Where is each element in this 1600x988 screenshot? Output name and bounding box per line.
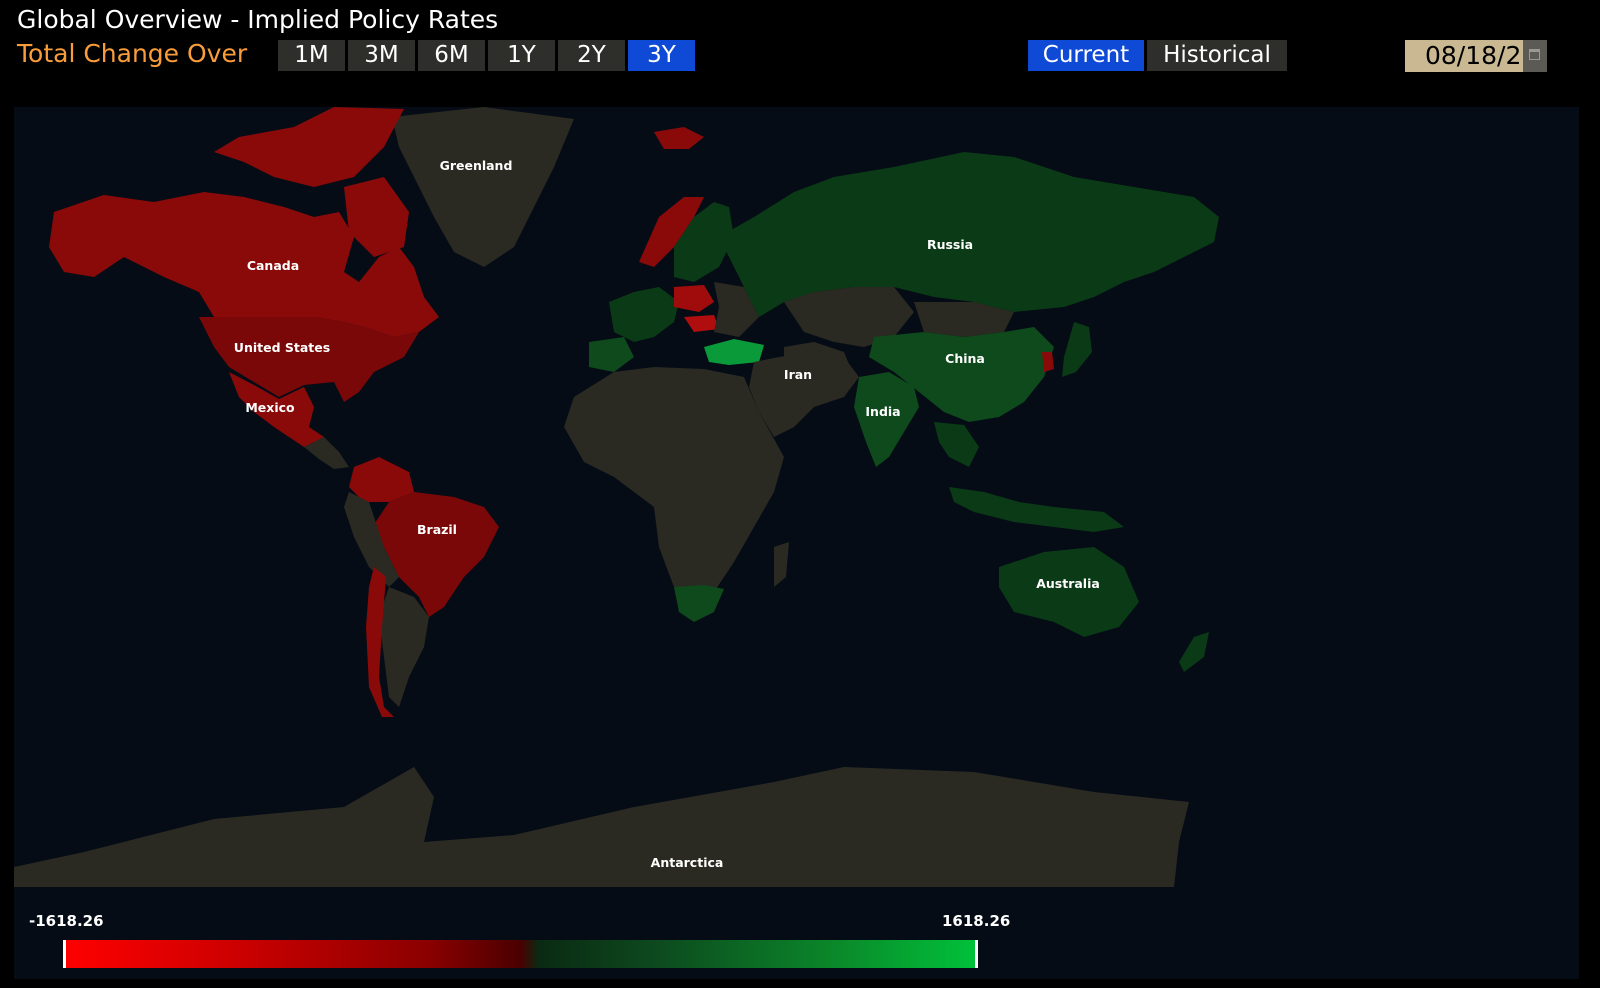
label-iran: Iran <box>784 367 812 382</box>
label-mexico: Mexico <box>245 400 295 415</box>
region-new-zealand[interactable] <box>1179 632 1209 672</box>
period-button-1m[interactable]: 1M <box>278 40 345 71</box>
region-indonesia[interactable] <box>949 487 1124 532</box>
label-australia: Australia <box>1036 576 1100 591</box>
period-button-6m[interactable]: 6M <box>418 40 485 71</box>
current-button[interactable]: Current <box>1028 40 1144 71</box>
historical-button[interactable]: Historical <box>1147 40 1287 71</box>
region-greenland[interactable] <box>392 107 574 267</box>
region-turkey[interactable] <box>704 339 764 365</box>
region-argentina[interactable] <box>379 587 429 707</box>
label-canada: Canada <box>247 258 299 273</box>
region-africa[interactable] <box>564 367 784 607</box>
total-change-label: Total Change Over <box>17 39 248 68</box>
period-button-3y[interactable]: 3Y <box>628 40 695 71</box>
region-colombia[interactable] <box>349 457 414 502</box>
region-japan[interactable] <box>1062 322 1092 377</box>
scale-min-tick <box>63 940 66 968</box>
page-title: Global Overview - Implied Policy Rates <box>17 5 499 34</box>
region-southeast-asia[interactable] <box>934 422 979 467</box>
label-united-states: United States <box>234 340 330 355</box>
color-scale-bar <box>63 940 978 968</box>
label-india: India <box>865 404 900 419</box>
region-iceland[interactable] <box>654 127 704 149</box>
region-iberia[interactable] <box>589 337 634 372</box>
region-arctic-islands[interactable] <box>214 107 404 187</box>
scale-min-label: -1618.26 <box>29 912 104 930</box>
region-poland[interactable] <box>674 285 714 312</box>
region-madagascar[interactable] <box>774 542 789 587</box>
region-south-korea[interactable] <box>1042 352 1054 372</box>
map-canvas: Greenland Canada United States Mexico Br… <box>14 107 1219 887</box>
scale-max-label: 1618.26 <box>942 912 1011 930</box>
date-value: 08/18/22 <box>1425 41 1538 70</box>
period-button-3m[interactable]: 3M <box>348 40 415 71</box>
scale-max-tick <box>975 940 978 968</box>
period-button-2y[interactable]: 2Y <box>558 40 625 71</box>
label-greenland: Greenland <box>440 158 513 173</box>
mode-selector: Current Historical <box>1028 40 1287 71</box>
region-hungary[interactable] <box>684 315 719 332</box>
region-south-africa[interactable] <box>674 585 724 622</box>
calendar-icon[interactable] <box>1523 40 1547 72</box>
region-australia[interactable] <box>999 547 1139 637</box>
date-field[interactable]: 08/18/22 <box>1405 40 1547 72</box>
region-antarctica[interactable] <box>14 767 1189 887</box>
region-india[interactable] <box>854 372 919 467</box>
region-russia[interactable] <box>719 152 1219 317</box>
world-map[interactable]: Greenland Canada United States Mexico Br… <box>14 107 1579 979</box>
label-brazil: Brazil <box>417 522 457 537</box>
period-selector: 1M 3M 6M 1Y 2Y 3Y <box>278 40 695 71</box>
label-china: China <box>945 351 985 366</box>
region-arctic-islands-2[interactable] <box>344 177 409 257</box>
label-antarctica: Antarctica <box>651 855 724 870</box>
period-button-1y[interactable]: 1Y <box>488 40 555 71</box>
label-russia: Russia <box>927 237 973 252</box>
region-western-europe[interactable] <box>609 287 679 342</box>
